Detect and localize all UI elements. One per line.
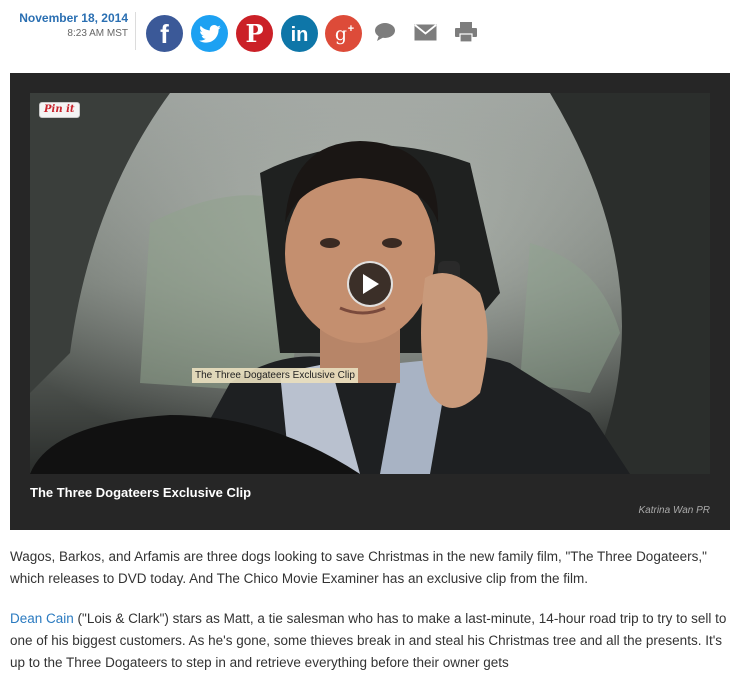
article-paragraph: Wagos, Barkos, and Arfamis are three dog… bbox=[10, 549, 707, 586]
play-icon bbox=[363, 274, 379, 294]
svg-text:P: P bbox=[245, 19, 263, 48]
dean-cain-link[interactable]: Dean Cain bbox=[10, 611, 74, 626]
video-frame[interactable]: Pin it The Three Dogateers Exclusive Cli… bbox=[30, 93, 710, 474]
publish-info: November 18, 2014 8:23 AM MST bbox=[12, 11, 128, 40]
svg-text:g: g bbox=[335, 23, 347, 45]
photo-credit: Katrina Wan PR bbox=[638, 505, 710, 516]
pinterest-share-button[interactable]: P bbox=[236, 15, 273, 52]
googleplus-share-button[interactable]: g + bbox=[325, 15, 362, 52]
publish-date: November 18, 2014 bbox=[19, 11, 128, 25]
linkedin-icon: in bbox=[281, 15, 318, 52]
facebook-icon: f bbox=[146, 15, 183, 52]
twitter-share-button[interactable] bbox=[191, 15, 228, 52]
svg-text:+: + bbox=[348, 23, 354, 35]
paragraph-text: ("Lois & Clark") stars as Matt, a tie sa… bbox=[10, 611, 727, 670]
svg-text:f: f bbox=[160, 19, 169, 49]
print-icon bbox=[455, 22, 477, 43]
comment-button[interactable] bbox=[374, 22, 396, 47]
email-button[interactable] bbox=[414, 24, 437, 46]
linkedin-share-button[interactable]: in bbox=[281, 15, 318, 52]
video-player: Pin it The Three Dogateers Exclusive Cli… bbox=[10, 73, 730, 530]
print-button[interactable] bbox=[455, 21, 477, 48]
publish-time: 8:23 AM MST bbox=[67, 28, 128, 39]
pinterest-icon: P bbox=[236, 15, 273, 52]
comment-icon bbox=[375, 23, 395, 41]
article-paragraph: Dean Cain ("Lois & Clark") stars as Matt… bbox=[10, 608, 732, 674]
video-title-tooltip: The Three Dogateers Exclusive Clip bbox=[192, 368, 358, 383]
header-divider bbox=[135, 12, 136, 50]
mail-icon bbox=[414, 24, 437, 41]
video-caption: The Three Dogateers Exclusive Clip bbox=[30, 485, 252, 500]
svg-text:in: in bbox=[291, 24, 309, 46]
play-button[interactable] bbox=[347, 261, 393, 307]
facebook-share-button[interactable]: f bbox=[146, 15, 183, 52]
twitter-icon bbox=[198, 24, 221, 43]
article-header: November 18, 2014 8:23 AM MST f P in g + bbox=[0, 0, 744, 64]
pin-it-button[interactable]: Pin it bbox=[39, 102, 80, 118]
google-plus-icon: g + bbox=[325, 15, 362, 52]
